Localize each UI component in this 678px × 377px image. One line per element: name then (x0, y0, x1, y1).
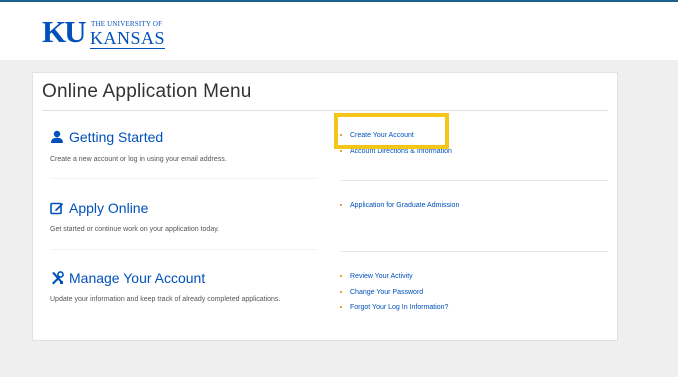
section-links: Review Your Activity Change Your Passwor… (340, 272, 448, 319)
link-forgot-login[interactable]: Forgot Your Log In Information? (340, 303, 448, 319)
bullet-icon (340, 149, 342, 152)
section-divider-left (50, 249, 318, 250)
bullet-icon (340, 204, 342, 206)
tools-icon (52, 271, 64, 285)
section-title: Apply Online (69, 200, 149, 216)
bullet-icon (340, 134, 342, 136)
link-text[interactable]: Application for Graduate Admission (350, 202, 459, 209)
edit-icon (50, 202, 64, 215)
link-change-password[interactable]: Change Your Password (340, 288, 448, 304)
link-text[interactable]: Create Your Account (350, 132, 414, 139)
link-review-activity[interactable]: Review Your Activity (340, 272, 448, 288)
ku-logo[interactable]: KU THE UNIVERSITY OF KANSAS (42, 14, 172, 50)
section-title: Getting Started (69, 129, 164, 145)
logo-letters: KU (42, 14, 86, 49)
bullet-icon (340, 290, 342, 293)
logo-small-text: THE UNIVERSITY OF (91, 20, 163, 28)
section-divider (340, 251, 608, 252)
link-account-directions[interactable]: Account Directions & Information (340, 147, 452, 163)
logo-big-text: KANSAS (90, 28, 166, 49)
section-heading: Getting Started (50, 129, 163, 145)
page-title: Online Application Menu (42, 81, 252, 102)
site-header: KU THE UNIVERSITY OF KANSAS (0, 2, 678, 60)
link-graduate-admission[interactable]: Application for Graduate Admission (340, 201, 459, 217)
link-text[interactable]: Account Directions & Information (350, 148, 452, 155)
bullet-icon (340, 306, 342, 308)
section-title: Manage Your Account (69, 270, 206, 286)
user-icon (51, 130, 63, 143)
application-menu-panel: Online Application Menu Getting Started … (32, 72, 618, 341)
bullet-icon (340, 275, 342, 277)
section-description: Update your information and keep track o… (50, 296, 281, 303)
section-description: Create a new account or log in using you… (50, 156, 227, 163)
link-create-account[interactable]: Create Your Account (340, 131, 452, 147)
link-text[interactable]: Forgot Your Log In Information? (350, 304, 448, 311)
link-text[interactable]: Change Your Password (350, 289, 423, 296)
section-heading: Apply Online (50, 200, 148, 216)
section-divider (340, 180, 608, 181)
section-heading: Manage Your Account (50, 270, 205, 286)
title-divider (42, 110, 608, 111)
section-links: Create Your Account Account Directions &… (340, 131, 452, 162)
section-links: Application for Graduate Admission (340, 201, 459, 217)
section-description: Get started or continue work on your app… (50, 226, 220, 233)
link-text[interactable]: Review Your Activity (350, 273, 413, 280)
section-divider-left (50, 178, 318, 179)
